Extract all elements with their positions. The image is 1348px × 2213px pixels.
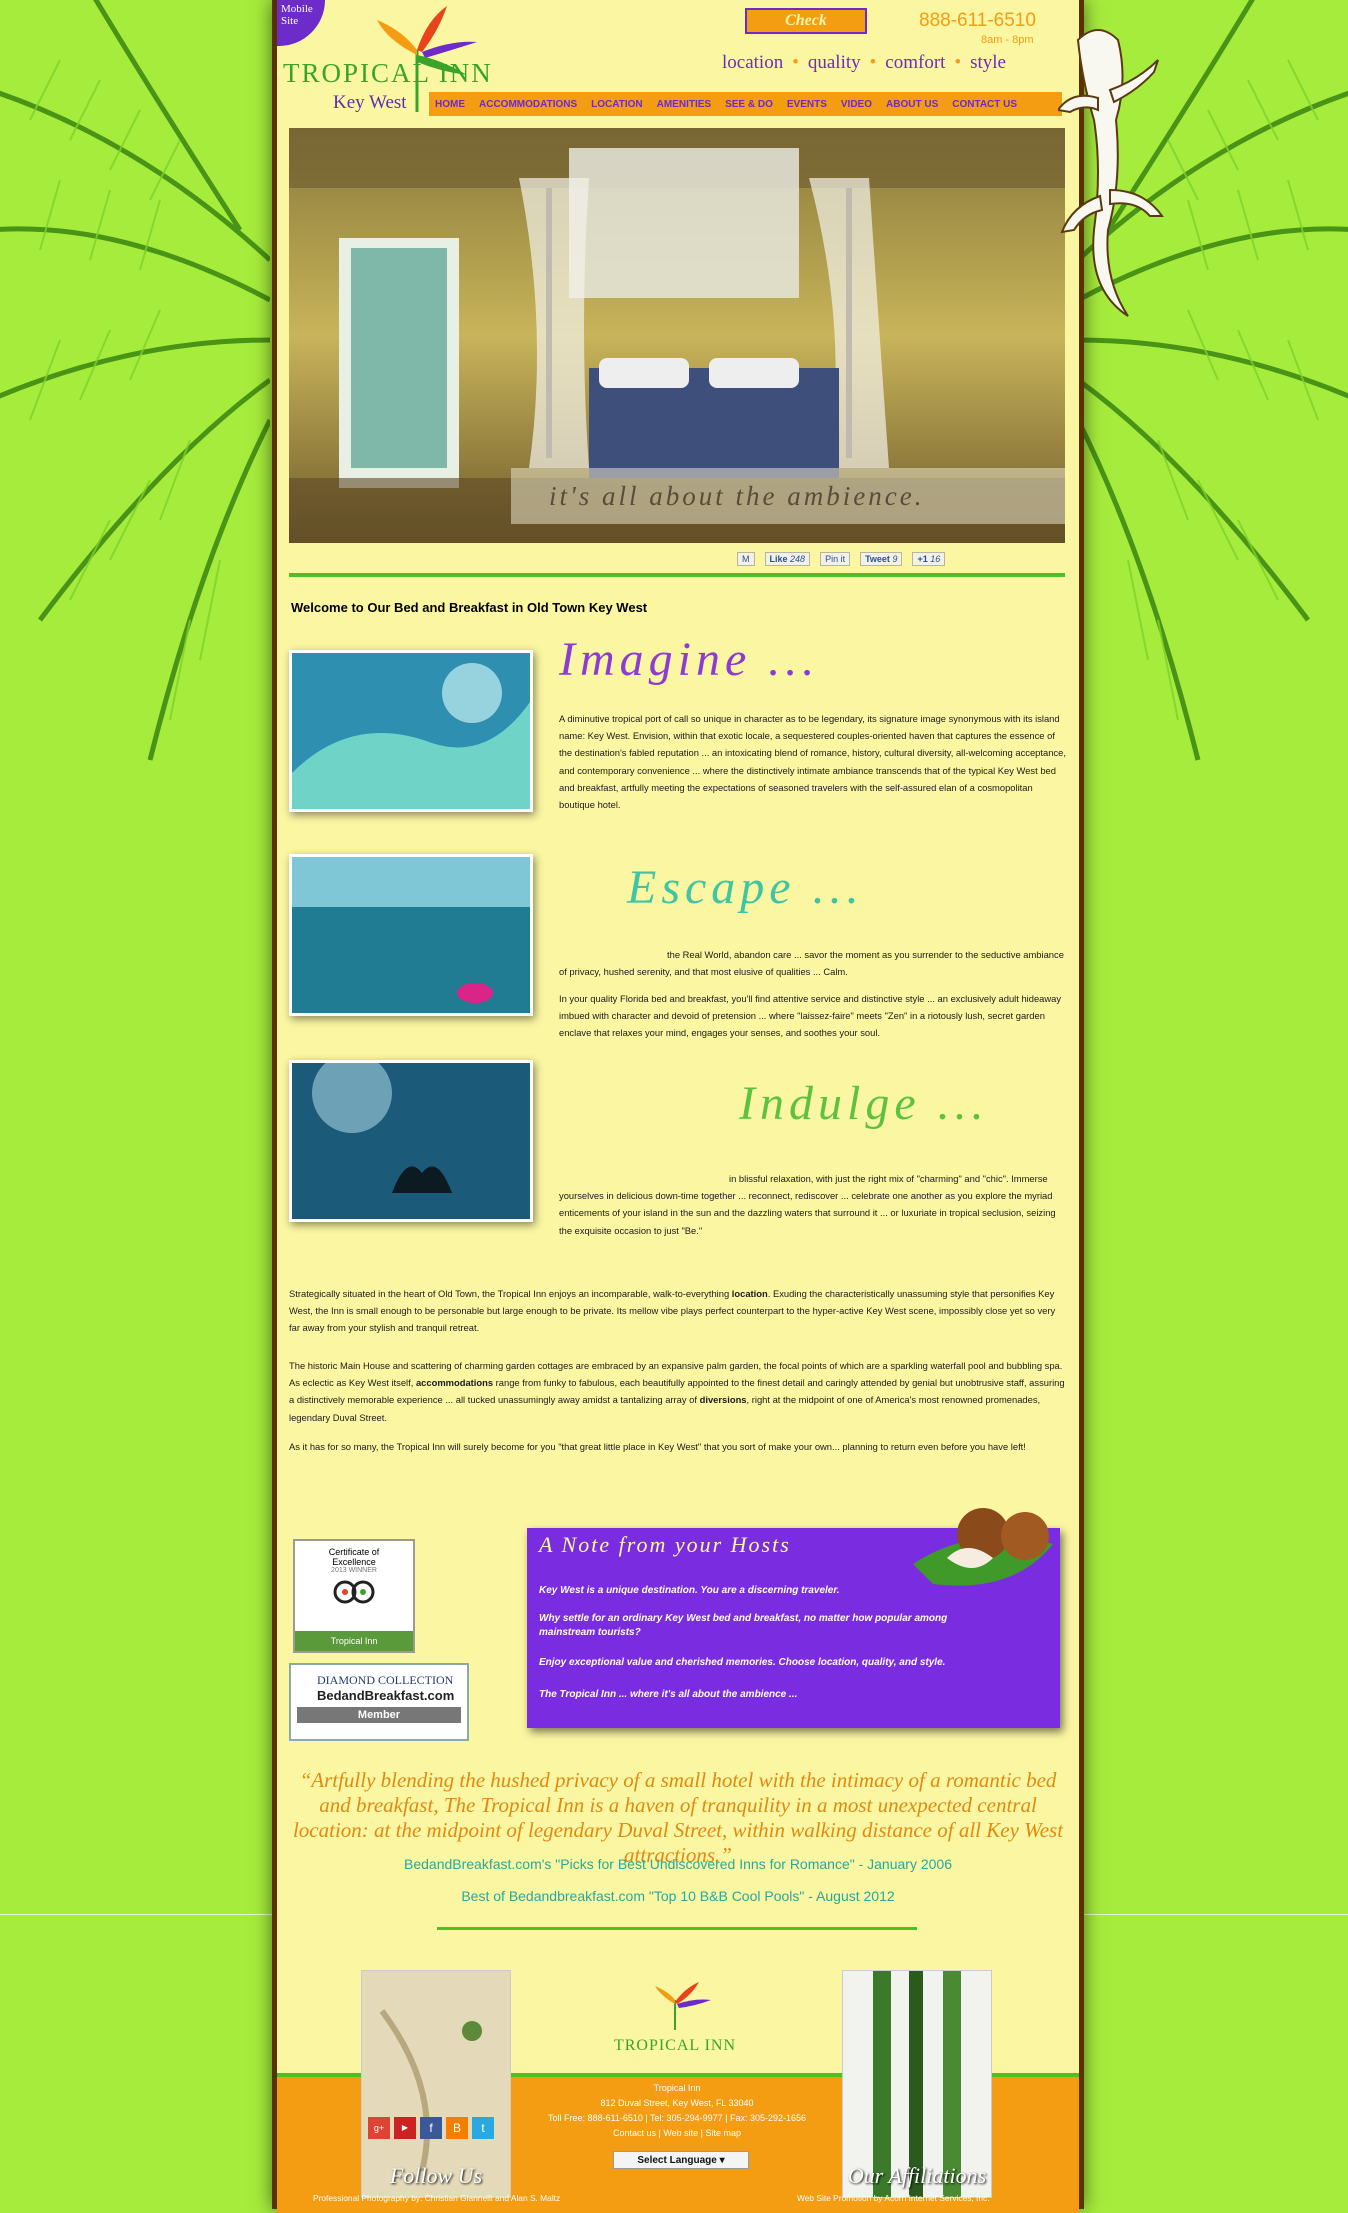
nav-home[interactable]: HOME: [435, 99, 465, 110]
footer-contact-info: Tropical Inn 812 Duval Street, Key West,…: [517, 2081, 837, 2141]
imagine-text: A diminutive tropical port of call so un…: [559, 713, 1066, 811]
diversions-link[interactable]: diversions: [700, 1394, 747, 1405]
like-count: 248: [790, 554, 806, 564]
imagine-heading: Imagine ...: [559, 633, 820, 686]
tagline-word: quality: [807, 52, 861, 73]
tweet-button[interactable]: Tweet 9: [860, 552, 903, 566]
accommodations-link[interactable]: accommodations: [416, 1377, 493, 1388]
phone-number[interactable]: 888-611-6510: [919, 10, 1036, 32]
nav-amenities[interactable]: AMENITIES: [657, 99, 711, 110]
press-quote: “Artfully blending the hushed privacy of…: [292, 1768, 1064, 1867]
nav-accommodations[interactable]: ACCOMMODATIONS: [479, 99, 577, 110]
nav-contact-us[interactable]: CONTACT US: [952, 99, 1017, 110]
press-source-2[interactable]: Best of Bedandbreakfast.com "Top 10 B&B …: [277, 1888, 1079, 1904]
divider: [437, 1927, 917, 1930]
footer-logo[interactable]: TROPICAL INN: [595, 1982, 755, 2054]
main-nav: HOME ACCOMMODATIONS LOCATION AMENITIES S…: [429, 92, 1062, 116]
location-link[interactable]: location: [732, 1288, 768, 1299]
note-title: A Note from your Hosts: [539, 1532, 791, 1557]
note-from-hosts: A Note from your Hosts Key West is a uni…: [527, 1508, 1060, 1728]
indulge-heading: Indulge ...: [739, 1077, 989, 1130]
ocean-photo: [289, 854, 533, 1016]
escape-text-1: the Real World, abandon care ... savor t…: [559, 949, 1064, 978]
tagline-word: style: [970, 52, 1006, 73]
escape-text-2: In your quality Florida bed and breakfas…: [559, 993, 1062, 1039]
nav-events[interactable]: EVENTS: [787, 99, 827, 110]
bird-of-paradise-icon: [655, 1982, 711, 2030]
logo-city: Key West: [333, 92, 407, 113]
tagline: location • quality • comfort • style: [722, 52, 1006, 74]
follow-us-panel: g+ ▶ f B t Follow Us: [361, 1970, 511, 2198]
tweet-count: 9: [892, 554, 898, 564]
nav-location[interactable]: LOCATION: [591, 99, 642, 110]
bullet-icon: •: [954, 52, 962, 73]
pinterest-button[interactable]: Pin it: [820, 552, 851, 566]
hero-caption: it's all about the ambience.: [511, 468, 1065, 524]
note-line-1: Key West is a unique destination. You ar…: [539, 1585, 840, 1596]
gecko-icon: [1058, 29, 1164, 317]
plus-count: 16: [930, 554, 941, 564]
promo-credit[interactable]: Web Site Promotion by Acorn Internet Ser…: [797, 2193, 990, 2203]
diamond-collection-badge[interactable]: DIAMOND COLLECTION BedandBreakfast.com M…: [289, 1663, 469, 1741]
tagline-word: location: [722, 52, 784, 73]
affiliations-panel[interactable]: Our Affiliations: [842, 1970, 992, 2198]
logo-name: TROPICAL INN: [283, 58, 493, 88]
press-source-1[interactable]: BedandBreakfast.com's "Picks for Best Un…: [277, 1856, 1079, 1872]
page-container: Mobile Site TROPICAL INN Key West Check …: [272, 0, 1084, 2213]
google-plus-icon[interactable]: g+: [368, 2117, 390, 2139]
facebook-icon[interactable]: f: [420, 2117, 442, 2139]
escape-heading: Escape ...: [627, 861, 864, 914]
gmail-icon[interactable]: M: [737, 552, 755, 566]
twitter-icon[interactable]: t: [472, 2117, 494, 2139]
intro-paragraph-3: As it has for so many, the Tropical Inn …: [289, 1441, 1026, 1452]
divider: [289, 573, 1065, 577]
intro-paragraph-1: Strategically situated in the heart of O…: [289, 1288, 1056, 1334]
our-affiliations-label: Our Affiliations: [847, 2163, 987, 2188]
select-language-dropdown[interactable]: Select Language ▾: [613, 2151, 749, 2169]
intro-paragraph-2: The historic Main House and scattering o…: [289, 1360, 1065, 1423]
indulge-text: in blissful relaxation, with just the ri…: [559, 1173, 1056, 1236]
note-line-4: The Tropical Inn ... where it's all abou…: [539, 1689, 798, 1700]
tripadvisor-certificate-badge[interactable]: Certificate of Excellence 2013 WINNER Tr…: [293, 1539, 415, 1653]
phone-hours: 8am - 8pm: [981, 34, 1034, 46]
hero-image: it's all about the ambience.: [289, 128, 1065, 543]
blogger-icon[interactable]: B: [446, 2117, 468, 2139]
bullet-icon: •: [792, 52, 799, 73]
bullet-icon: •: [869, 52, 877, 73]
tripadvisor-owl-icon: [333, 1580, 375, 1604]
footer-links[interactable]: Contact us | Web site | Site map: [517, 2126, 837, 2141]
youtube-icon[interactable]: ▶: [394, 2117, 416, 2139]
tagline-word: comfort: [885, 52, 946, 73]
facebook-like-button[interactable]: Like 248: [764, 552, 811, 566]
page-title: Welcome to Our Bed and Breakfast in Old …: [291, 600, 648, 615]
note-line-2: Why settle for an ordinary Key West bed …: [539, 1613, 948, 1638]
follow-us-label: Follow Us: [389, 2163, 483, 2188]
nav-see-and-do[interactable]: SEE & DO: [725, 99, 773, 110]
note-line-3: Enjoy exceptional value and cherished me…: [539, 1657, 946, 1668]
photo-credit: Professional Photography by: Christian G…: [313, 2193, 561, 2203]
whale-tail-photo: [289, 1060, 533, 1222]
nav-about-us[interactable]: ABOUT US: [886, 99, 938, 110]
google-plus-button[interactable]: +1 16: [912, 552, 946, 566]
palm-fronds-left: [0, 0, 270, 761]
reef-photo: [289, 650, 533, 812]
check-availability-button[interactable]: Check Availability: [745, 8, 867, 51]
nav-video[interactable]: VIDEO: [841, 99, 872, 110]
social-share-bar: M Like 248 Pin it Tweet 9 +1 16: [737, 549, 1067, 569]
